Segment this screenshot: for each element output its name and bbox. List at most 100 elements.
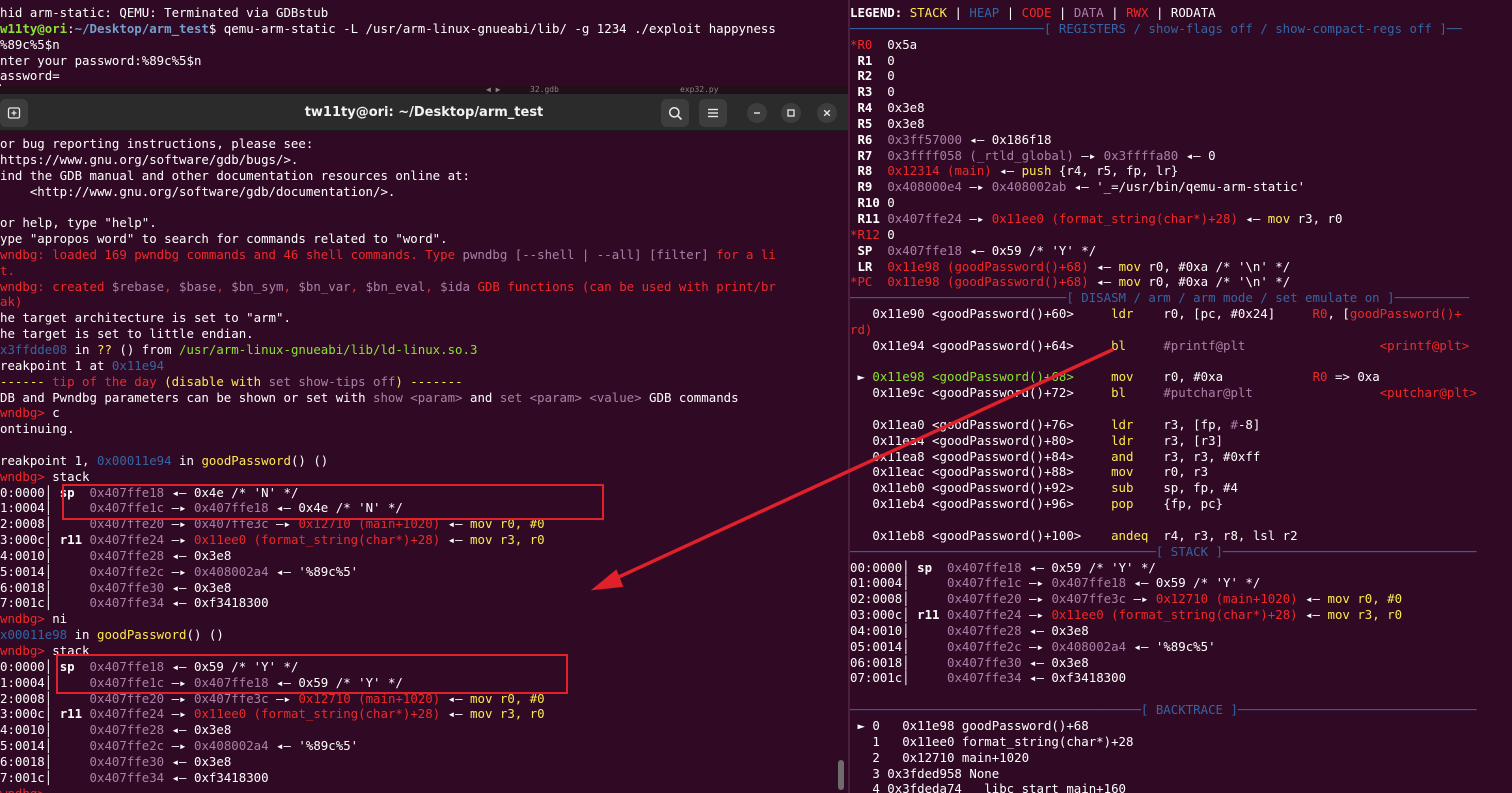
terminal-text: 0x408002ab [991,179,1067,195]
terminal-text: R5 [850,115,880,131]
terminal-text: bl [1111,385,1127,401]
terminal-text: tip of the day [52,373,157,389]
terminal-line: rd) [850,322,1512,338]
terminal-text: sp, fp, #4 [1133,480,1238,496]
terminal-text: goodPassword()+ [1349,306,1462,322]
terminal-text: pop [1111,496,1134,512]
terminal-line: R9 0x408000e4 —▸ 0x408002ab ◂— '_=/usr/b… [850,179,1512,195]
terminal-text: 0x407ffe28 [89,547,165,563]
terminal-text: 0x407ffe24 [887,210,962,226]
terminal-text: ────────────────────────────────────────… [850,543,1477,559]
scroll-arrows-icon[interactable]: ◀ ▶ [486,86,500,94]
background-tab-1[interactable]: 32.gdb [530,86,559,94]
terminal-text: —▸ [1021,607,1052,623]
terminal-text: DATA [1073,5,1104,20]
terminal-text: 0x407ffe3c [1051,591,1127,607]
terminal-line: 5:0014│ 0x407ffe2c —▸ 0x408002a4 ◂— '%89… [0,738,848,754]
terminal-text: R2 [850,68,880,84]
terminal-text: 4:0010│ [0,722,90,738]
terminal-text: $bn_sym [231,278,284,294]
terminal-text: mov r3, r0 [470,706,545,722]
terminal-text: —▸ [1126,591,1156,607]
terminal-line: t. [0,263,848,279]
terminal-line: 04:0010│ 0x407ffe28 ◂— 0x3e8 [850,623,1512,639]
terminal-line: 2:0008│ 0x407ffe20 —▸ 0x407ffe3c —▸ 0x12… [0,691,848,707]
top-terminal-output[interactable]: hid arm-static: QEMU: Terminated via GDB… [0,0,848,86]
terminal-text: /usr/arm-linux-gnueabi/lib/ld-linux.so.3 [179,341,478,357]
terminal-line: 6:0018│ 0x407ffe30 ◂— 0x3e8 [0,754,848,770]
terminal-text: ------ [0,373,53,389]
terminal-text: 0:0000│ [0,658,60,674]
terminal-text: 5:0014│ [0,738,90,754]
terminal-text: 0x407ffe28 [946,622,1022,638]
terminal-text: 0x407ffe2c [89,563,165,579]
terminal-text: 0x11ee0 (format_string(char*)+28) [1051,607,1298,623]
pwndbg-context-pane[interactable]: LEGEND: STACK | HEAP | CODE | DATA | RWX… [850,0,1512,793]
terminal-scrollbar[interactable] [838,760,844,790]
terminal-text: DB and Pwndbg parameters can be shown or… [0,389,373,405]
terminal-text: r3, r0 [1290,210,1343,226]
terminal-text: ind the GDB manual and other documentati… [0,167,470,183]
terminal-text: 0x407ffe28 [89,722,165,738]
terminal-line: wndbg> stack [0,469,848,485]
terminal-text: in [171,452,202,468]
terminal-text: wndbg: [0,278,53,294]
terminal-text: ◂— 0 [1178,147,1216,163]
terminal-text: ldr [1111,432,1134,448]
terminal-line: or help, type "help". [0,215,848,231]
search-button[interactable] [661,99,689,127]
close-button[interactable] [817,103,837,123]
terminal-text: 0x407ffe34 [89,769,165,785]
terminal-line: 4:0010│ 0x407ffe28 ◂— 0x3e8 [0,722,848,738]
terminal-text: , [ [1327,306,1350,322]
maximize-button[interactable] [781,103,801,123]
terminal-text: —▸ [1021,575,1052,591]
terminal-text: 6:0018│ [0,753,90,769]
terminal-text: ◂— [991,163,1022,179]
terminal-line: assword= [0,68,848,84]
terminal-titlebar[interactable]: tw11ty@ori: ~/Desktop/arm_test [0,94,848,131]
terminal-text: 0x407ffe18 [946,559,1022,575]
terminal-text: ◂— [440,532,471,548]
terminal-text: ◂— '_=/usr/bin/qemu-arm-static' [1066,179,1306,195]
terminal-text: # [1230,416,1238,432]
background-tab-2[interactable]: exp32.py [680,86,719,94]
terminal-text: 0x408000e4 [887,179,962,195]
terminal-text: —▸ [164,500,194,516]
terminal-line: wndbg> c [0,405,848,421]
terminal-text: 0x3ff57000 [887,131,962,147]
minimize-button[interactable] [747,103,767,123]
terminal-text: 0x407ffe18 [887,242,962,258]
terminal-line: ak) [0,294,848,310]
terminal-text: #printf@plt [1163,337,1246,353]
terminal-line: ► 0 0x11e98 goodPassword()+68 [850,718,1512,734]
terminal-text: goodPassword [96,627,187,643]
terminal-text: r4, r3, r8, lsl r2 [1148,527,1298,543]
terminal-text: <http://www.gnu.org/software/gdb/documen… [0,183,396,199]
terminal-text: 0x407ffe24 [89,706,165,722]
terminal-text: 0x11ee0 (format_string(char*)+28) [194,706,441,722]
terminal-text: 0x407ffe2c [946,638,1022,654]
terminal-text: sp [917,559,933,575]
terminal-text: 03:000c│ [850,607,918,623]
terminal-text: 0 [879,68,895,84]
maximize-icon [787,109,795,117]
terminal-text: 00:0000│ [850,559,918,575]
terminal-text: , [350,278,366,294]
terminal-line: ype "apropos word" to search for command… [0,231,848,247]
terminal-text: set show-tips off [268,373,396,389]
terminal-text: ype "apropos word" to search for command… [0,231,448,247]
terminal-line: reakpoint 1, 0x00011e94 in goodPassword(… [0,453,848,469]
gdb-terminal-output[interactable]: or bug reporting instructions, please se… [0,132,848,793]
terminal-text: 0x407ffe24 [89,532,165,548]
terminal-line: wndbg: loaded 169 pwndbg commands and 46… [0,247,848,263]
terminal-text: wndbg> [0,405,53,421]
terminal-line: DB and Pwndbg parameters can be shown or… [0,390,848,406]
terminal-line: SP 0x407ffe18 ◂— 0x59 /* 'Y' */ [850,243,1512,259]
terminal-line: ind the GDB manual and other documentati… [0,168,848,184]
menu-button[interactable] [699,99,727,127]
terminal-line: 2 0x12710 main+1020 [850,750,1512,766]
terminal-text: 7:001c│ [0,769,90,785]
